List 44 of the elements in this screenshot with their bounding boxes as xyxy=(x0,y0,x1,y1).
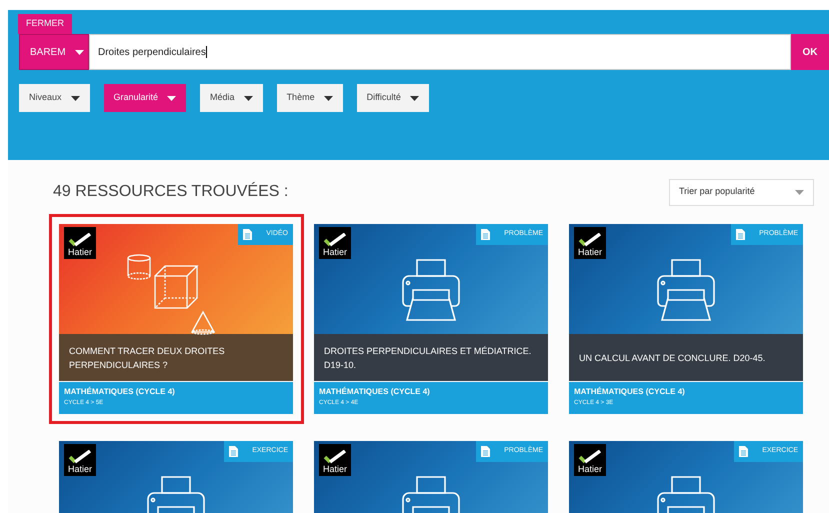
document-icon xyxy=(229,446,238,457)
brand-name: Hatier xyxy=(68,248,92,257)
search-field[interactable]: Droites perpendiculaires xyxy=(89,34,791,70)
document-icon xyxy=(481,229,490,240)
document-icon xyxy=(243,229,252,240)
printer-icon xyxy=(399,258,463,322)
brand-name: Hatier xyxy=(578,248,602,257)
document-icon xyxy=(736,229,746,240)
brand-name: Hatier xyxy=(322,248,347,257)
document-icon xyxy=(739,446,748,457)
card-subject: MATHÉMATIQUES (CYCLE 4) xyxy=(574,386,686,397)
caret-icon xyxy=(167,96,176,100)
card-title: DROITES PERPENDICULAIRES ET MÉDIATRICE. D19-10. xyxy=(324,344,532,372)
brand-name: Hatier xyxy=(322,465,347,474)
checkmark-icon xyxy=(323,450,347,465)
caret-icon xyxy=(74,50,84,54)
checkmark-icon xyxy=(68,450,92,465)
filter-dropdown[interactable]: Thème xyxy=(276,84,343,112)
sort-dropdown[interactable]: Trier par popularité xyxy=(669,178,814,206)
filter-dropdown[interactable]: Média xyxy=(200,84,263,112)
caret-icon xyxy=(244,96,253,100)
filter-dropdown[interactable]: Granularité xyxy=(104,84,186,112)
card-subject: MATHÉMATIQUES (CYCLE 4) xyxy=(319,386,431,397)
document-icon xyxy=(481,446,490,457)
scope-dropdown[interactable]: BAREM xyxy=(19,34,89,70)
caret-icon xyxy=(795,190,804,194)
close-tab[interactable]: FERMER xyxy=(18,14,72,34)
checkmark-icon xyxy=(578,450,602,465)
ok-button[interactable]: OK xyxy=(791,34,829,70)
card-title: UN CALCUL AVANT DE CONCLURE. D20-45. xyxy=(579,352,766,364)
printer-icon xyxy=(654,258,718,322)
filter-dropdown[interactable]: Difficulté xyxy=(356,84,429,112)
caret-icon xyxy=(410,96,419,100)
card-subject: MATHÉMATIQUES (CYCLE 4) xyxy=(64,386,176,397)
caret-icon xyxy=(70,96,80,100)
caret-icon xyxy=(324,96,333,100)
card-title: COMMENT TRACER DEUX DROITES PERPENDICULAIRES ? xyxy=(69,344,226,372)
filter-dropdown[interactable]: Niveaux xyxy=(19,84,90,112)
results-heading: 49 RESSOURCES TROUVÉES : xyxy=(53,181,288,202)
brand-name: Hatier xyxy=(68,465,92,474)
brand-name: Hatier xyxy=(578,465,602,474)
checkmark-icon xyxy=(578,233,602,248)
checkmark-icon xyxy=(323,233,347,248)
checkmark-icon xyxy=(68,233,92,248)
